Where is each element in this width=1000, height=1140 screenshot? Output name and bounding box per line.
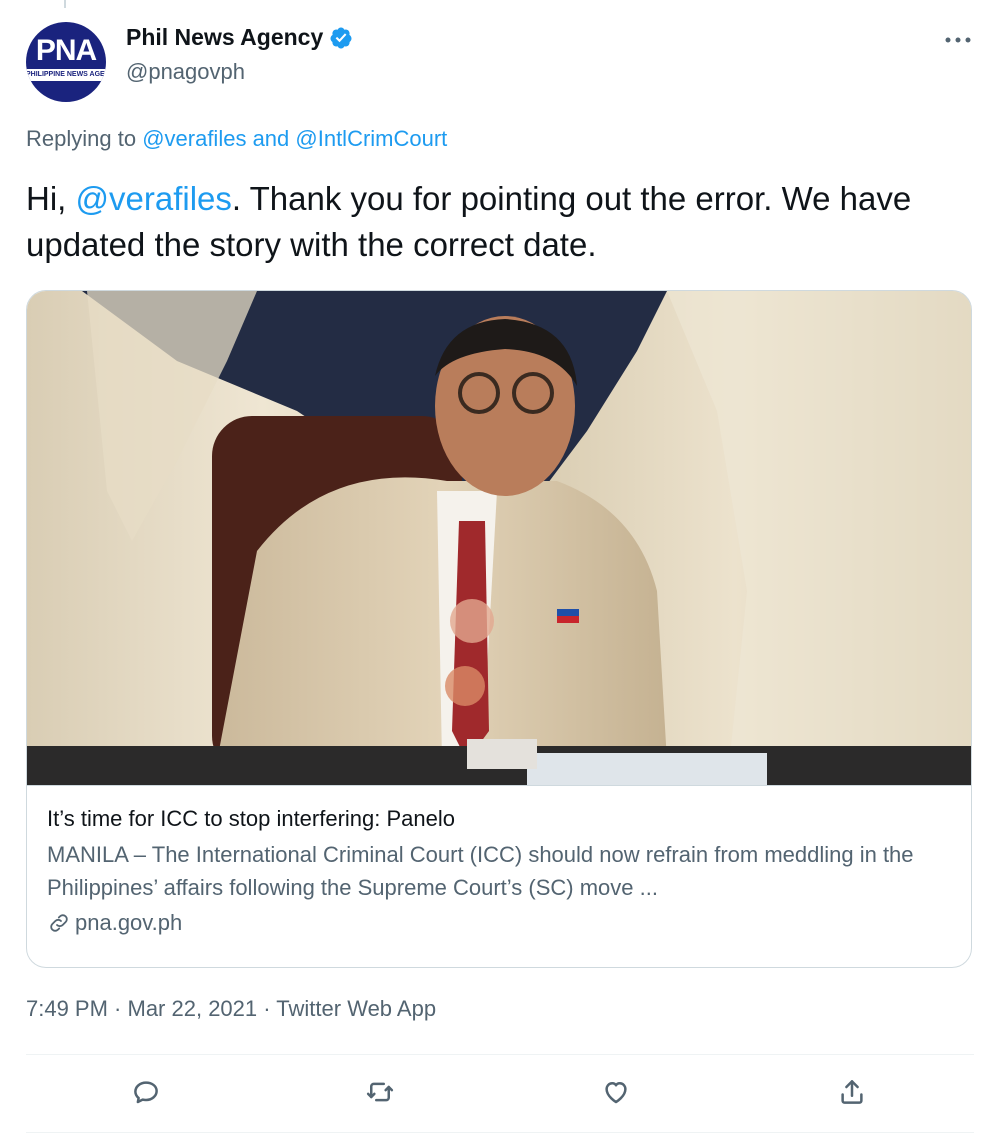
tweet-header: PNA PHILIPPINE NEWS AGENCY Phil News Age… <box>26 22 974 102</box>
reply-button[interactable] <box>124 1070 168 1114</box>
divider <box>26 1054 974 1055</box>
card-body[interactable]: It’s time for ICC to stop interfering: P… <box>27 785 971 967</box>
retweet-icon <box>366 1082 394 1102</box>
verified-badge-icon <box>330 27 352 48</box>
share-button[interactable] <box>830 1070 874 1114</box>
tweet-date[interactable]: Mar 22, 2021 <box>128 996 258 1021</box>
link-icon <box>50 914 68 932</box>
card-domain: pna.gov.ph <box>47 910 182 936</box>
link-preview-card[interactable]: It’s time for ICC to stop interfering: P… <box>26 290 972 968</box>
article-photo-icon <box>27 291 971 785</box>
mention-link-intlcrimcourt[interactable]: @IntlCrimCourt <box>295 126 447 151</box>
replying-to-joiner[interactable]: and <box>246 126 295 151</box>
like-button[interactable] <box>594 1070 638 1114</box>
divider <box>26 1132 974 1133</box>
tweet-text-start: Hi, <box>26 180 76 217</box>
author-handle[interactable]: @pnagovph <box>126 59 353 85</box>
tweet-mention-link[interactable]: @verafiles <box>76 180 232 217</box>
tweet-source[interactable]: Twitter Web App <box>276 996 436 1021</box>
tweet-time[interactable]: 7:49 PM <box>26 996 108 1021</box>
tweet-text: Hi, @verafiles. Thank you for pointing o… <box>26 176 966 268</box>
replying-to-prefix: Replying to <box>26 126 143 151</box>
meta-separator: · <box>107 996 128 1021</box>
card-domain-text: pna.gov.ph <box>75 910 183 935</box>
tweet-metadata: 7:49 PM · Mar 22, 2021 · Twitter Web App <box>26 996 436 1022</box>
card-description: MANILA – The International Criminal Cour… <box>47 842 914 900</box>
card-title: It’s time for ICC to stop interfering: P… <box>47 806 455 831</box>
author-name-row: Phil News Agency <box>126 24 353 51</box>
thread-connector-line <box>64 0 66 8</box>
replying-to: Replying to @verafiles and @IntlCrimCour… <box>26 126 447 152</box>
tweet-actions <box>26 1070 974 1120</box>
avatar-logo-band: PHILIPPINE NEWS AGENCY <box>26 69 106 81</box>
avatar-logo-text: PNA <box>35 34 97 67</box>
meta-separator: · <box>257 996 277 1021</box>
more-options-button[interactable] <box>942 28 974 52</box>
share-icon <box>841 1080 863 1104</box>
author-info: Phil News Agency @pnagovph <box>126 24 353 85</box>
heart-icon <box>605 1082 627 1104</box>
author-display-name[interactable]: Phil News Agency <box>126 24 323 51</box>
reply-icon <box>134 1081 158 1104</box>
retweet-button[interactable] <box>358 1070 402 1114</box>
more-icon <box>945 37 971 43</box>
avatar[interactable]: PNA PHILIPPINE NEWS AGENCY <box>26 22 106 102</box>
mention-link-verafiles[interactable]: @verafiles <box>142 126 246 151</box>
card-image[interactable] <box>27 291 971 785</box>
